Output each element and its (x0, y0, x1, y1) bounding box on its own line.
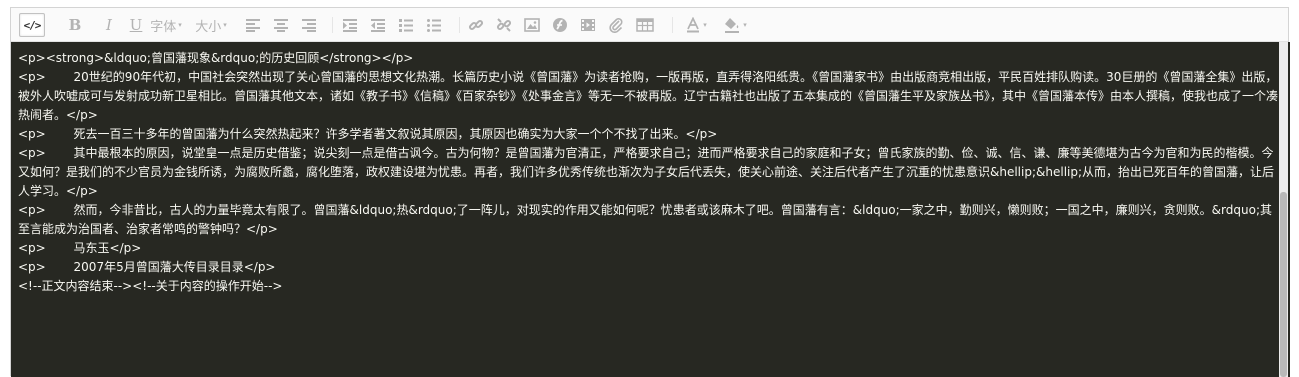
unlink-icon (496, 18, 512, 32)
insert-video-button[interactable] (579, 13, 597, 37)
bold-icon: B (68, 16, 82, 34)
insert-flash-button[interactable] (551, 13, 569, 37)
scrollbar-thumb[interactable] (1280, 192, 1287, 377)
code-line: <!--正文内容结束--><!--关于内容的操作开始--> (18, 279, 283, 293)
vertical-scrollbar[interactable] (1279, 42, 1288, 377)
chevron-down-icon: ▾ (223, 21, 227, 29)
font-color-icon (687, 17, 700, 33)
link-icon (468, 19, 484, 31)
align-right-icon (302, 19, 316, 32)
image-icon (524, 18, 540, 32)
editor-toolbar: </> B I U 字体 ▾ 大小 ▾ ▾ ▾ (11, 8, 1288, 42)
code-line: <p> 2007年5月曾国藩大传目录目录</p> (18, 260, 276, 274)
chevron-down-icon: ▾ (178, 21, 182, 29)
paint-bucket-icon (725, 17, 740, 33)
source-code-content: <p><strong>&ldquo;曾国藩现象&rdquo;的历史回顾</str… (18, 49, 1280, 296)
table-icon (636, 18, 654, 32)
source-code-button[interactable]: </> (19, 13, 45, 37)
indent-icon (343, 19, 357, 32)
outdent-icon (371, 19, 385, 32)
ordered-list-icon (399, 19, 413, 32)
align-left-icon (246, 19, 260, 32)
source-code-textarea[interactable]: <p><strong>&ldquo;曾国藩现象&rdquo;的历史回顾</str… (11, 42, 1290, 377)
chevron-down-icon: ▾ (743, 21, 747, 29)
toolbar-divider (459, 17, 460, 33)
outdent-button[interactable] (369, 13, 387, 37)
flash-icon (553, 18, 567, 32)
code-line: <p> 死去一百三十多年的曾国藩为什么突然热起来？许多学者著文叙说其原因，其原因… (18, 127, 718, 141)
code-line: <p> 20世纪的90年代初，中国社会突然出现了关心曾国藩的思想文化热潮。长篇历… (18, 70, 1279, 122)
insert-attachment-button[interactable] (607, 13, 625, 37)
toolbar-divider (332, 17, 333, 33)
insert-table-button[interactable] (635, 13, 655, 37)
align-left-button[interactable] (244, 13, 262, 37)
toolbar-divider (672, 17, 673, 33)
font-family-select[interactable]: 字体 ▾ (146, 13, 186, 37)
unordered-list-icon (427, 19, 441, 32)
align-center-button[interactable] (272, 13, 290, 37)
font-size-select[interactable]: 大小 ▾ (191, 13, 231, 37)
code-line: <p> 然而，今非昔比，古人的力量毕竟太有限了。曾国藩&ldquo;热&rdqu… (18, 203, 1272, 236)
unordered-list-button[interactable] (425, 13, 443, 37)
code-icon: </> (23, 18, 42, 32)
bold-button[interactable]: B (67, 13, 83, 37)
insert-image-button[interactable] (523, 13, 541, 37)
ordered-list-button[interactable] (397, 13, 415, 37)
italic-icon: I (106, 16, 112, 34)
code-line: <p> 其中最根本的原因，说堂皇一点是历史借鉴；说尖刻一点是借古讽今。古为何物？… (18, 146, 1275, 198)
font-family-label: 字体 (150, 19, 177, 35)
code-line: <p> 马东玉</p> (18, 241, 142, 255)
chevron-down-icon: ▾ (703, 21, 707, 29)
remove-link-button[interactable] (495, 13, 513, 37)
underline-button[interactable]: U (128, 13, 144, 37)
indent-button[interactable] (341, 13, 359, 37)
align-center-icon (274, 19, 288, 32)
background-color-button[interactable]: ▾ (719, 13, 751, 37)
align-right-button[interactable] (300, 13, 318, 37)
video-icon (581, 19, 595, 31)
paperclip-icon (609, 18, 623, 33)
code-line: <p><strong>&ldquo;曾国藩现象&rdquo;的历史回顾</str… (18, 51, 414, 65)
italic-button[interactable]: I (101, 13, 117, 37)
font-color-button[interactable]: ▾ (681, 13, 711, 37)
font-size-label: 大小 (195, 19, 222, 35)
underline-icon: U (129, 16, 143, 34)
insert-link-button[interactable] (467, 13, 485, 37)
rich-text-editor: </> B I U 字体 ▾ 大小 ▾ ▾ ▾ <p><strong>&ldqu… (10, 7, 1290, 377)
